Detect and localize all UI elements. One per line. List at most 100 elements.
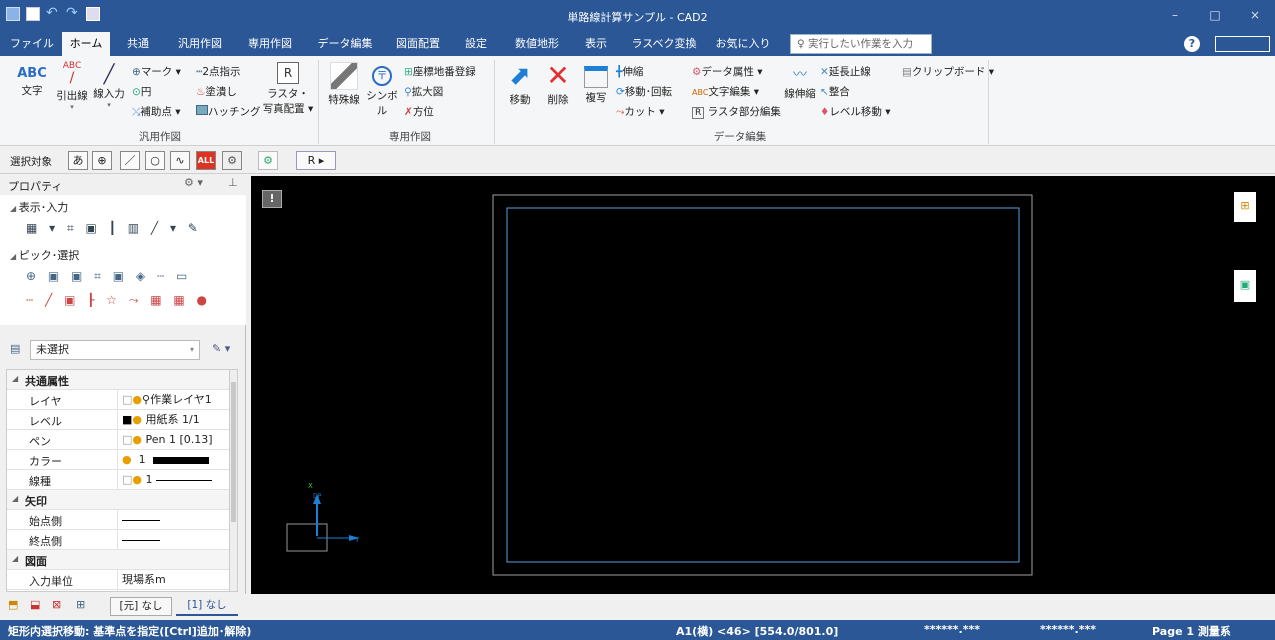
tab-data-edit[interactable]: データ編集 — [308, 32, 382, 56]
canvas-info-icon[interactable]: ! — [262, 190, 282, 208]
help-icon[interactable]: ? — [1184, 36, 1200, 52]
special-line-button[interactable]: 特殊線 — [324, 62, 364, 107]
two-point-button[interactable]: ┅2点指示 — [196, 64, 241, 79]
category-drawing[interactable]: ◢ 図面 — [7, 550, 231, 570]
minimize-button[interactable]: – — [1155, 0, 1195, 32]
extend-stop-button[interactable]: ✕延長止線 — [820, 64, 871, 79]
tab-special-drawing[interactable]: 専用作図 — [238, 32, 302, 56]
pin-icon[interactable]: ⊥ — [228, 176, 238, 189]
account-box[interactable] — [1215, 36, 1270, 52]
pick-select-icon-row-2[interactable]: ┄ ╱ ▣ ┠ ☆ ⤳ ▦ ▦ ● — [26, 293, 211, 308]
select-point-button[interactable]: ⊕ — [92, 151, 112, 170]
tab-layer-1[interactable]: [1] なし — [176, 597, 238, 616]
zoom-view-button[interactable]: ⚲拡大図 — [404, 84, 443, 99]
category-common-attr[interactable]: ◢ 共通属性 — [7, 370, 231, 390]
drawing-canvas[interactable]: X Y DP ! ⊞ ▣ — [251, 176, 1275, 594]
prop-row-level[interactable]: レベル ■● 用紙系 1/1 — [7, 410, 231, 430]
leader-button[interactable]: ABC / 引出線 ▾ — [52, 60, 92, 111]
layer-add-icon[interactable]: ⬓ — [30, 598, 40, 611]
data-attr-button[interactable]: ⚙データ属性 ▾ — [692, 64, 763, 79]
move-button[interactable]: ⬈ 移動 — [502, 62, 538, 107]
prop-row-layer[interactable]: レイヤ □●⚲作業レイヤ1 — [7, 390, 231, 410]
status-message: 矩形内選択移動: 基準点を指定([Ctrl]追加･解除) — [8, 625, 252, 638]
select-circle-button[interactable]: ○ — [145, 151, 165, 170]
display-input-icon-row[interactable]: ▦ ▾ ⌗ ▣ ┃ ▥ ╱ ▾ ✎ — [26, 221, 202, 236]
extend-button[interactable]: ╋伸縮 — [616, 64, 643, 79]
prop-row-linetype[interactable]: 線種 □● 1 — [7, 470, 231, 490]
direction-button[interactable]: ✗方位 — [404, 104, 434, 119]
magnifier-icon: ⚲ — [404, 86, 412, 98]
selection-dropdown[interactable]: 未選択 ▾ — [30, 340, 200, 360]
layout-icon[interactable]: ⊞ — [1234, 192, 1256, 222]
tab-file[interactable]: ファイル — [8, 32, 56, 56]
mark-button[interactable]: ⊕マーク ▾ — [132, 64, 181, 79]
fill-button[interactable]: ♨塗潰し — [196, 84, 237, 99]
tab-settings[interactable]: 設定 — [456, 32, 496, 56]
close-button[interactable]: × — [1235, 0, 1275, 32]
clipboard-button[interactable]: ▤クリップボード ▾ — [902, 64, 994, 79]
coord-register-button[interactable]: ⊞座標地番登録 — [404, 64, 476, 79]
filter-icon[interactable]: ⚙ — [258, 151, 278, 170]
symbol-button[interactable]: 〒 シンボル — [362, 66, 402, 118]
raster-mode-button[interactable]: R ▸ — [296, 151, 336, 170]
status-bar: 矩形内選択移動: 基準点を指定([Ctrl]追加･解除) A1(横) <46> … — [0, 620, 1275, 640]
tab-raster-vector[interactable]: ラスベク変換 — [622, 32, 706, 56]
collapse-triangle-icon[interactable]: ◢ — [10, 204, 19, 213]
prop-row-color[interactable]: カラー ● 1 — [7, 450, 231, 470]
collapse-triangle-icon[interactable]: ◢ — [10, 252, 19, 261]
title-bar: ↶ ↷ 単路線計算サンプル - CAD2 – □ × — [0, 0, 1275, 32]
tab-original[interactable]: [元] なし — [110, 597, 172, 616]
selection-settings-button[interactable]: ⚙ — [222, 151, 242, 170]
prop-row-direction[interactable]: 方向角実際 — [7, 588, 231, 591]
leader-icon: ABC / — [62, 61, 82, 86]
select-text-button[interactable]: あ — [68, 151, 88, 170]
level-swatch-icon: ■ — [122, 413, 133, 426]
raster-photo-button[interactable]: R ラスタ・ 写真配置 ▾ — [262, 62, 314, 116]
aux-point-button[interactable]: ⤯補助点 ▾ — [132, 104, 181, 119]
layer-list-icon[interactable]: ⬒ — [8, 598, 18, 611]
pick-select-icon-row[interactable]: ⊕ ▣ ▣ ⌗ ▣ ◈ ┄ ▭ — [26, 269, 191, 284]
prop-row-arrow-start[interactable]: 始点側 — [7, 510, 231, 530]
attribute-tool-icon[interactable]: ✎ ▾ — [212, 342, 230, 355]
map-pin-icon[interactable]: ▣ — [1234, 270, 1256, 302]
tab-view[interactable]: 表示 — [576, 32, 616, 56]
property-grid-scrollbar[interactable] — [229, 370, 237, 591]
tab-numeric-terrain[interactable]: 数値地形 — [502, 32, 572, 56]
tell-me-search-input[interactable]: ♀ 実行したい作業を入力 — [790, 34, 932, 54]
prop-row-input-unit[interactable]: 入力単位 現場系m — [7, 570, 231, 590]
cut-button[interactable]: ⤳カット ▾ — [616, 104, 665, 119]
line-input-button[interactable]: ╱ 線入力 ▾ — [92, 66, 126, 110]
raster-part-edit-button[interactable]: R ラスタ部分編集 — [692, 104, 781, 119]
line-extend-button[interactable]: 〰 線伸縮 — [780, 66, 820, 101]
text-edit-button[interactable]: ABC文字編集 ▾ — [692, 84, 759, 99]
tab-favorites[interactable]: お気に入り — [708, 32, 778, 56]
level-move-button[interactable]: ♦レベル移動 ▾ — [820, 104, 891, 119]
sheet-outer-frame — [492, 194, 1033, 576]
category-arrow[interactable]: ◢ 矢印 — [7, 490, 231, 510]
align-button[interactable]: ↖整合 — [820, 84, 850, 99]
layer-delete-icon[interactable]: ⊠ — [52, 598, 61, 611]
object-list-icon[interactable]: ▤ — [10, 342, 20, 355]
tab-sheet-layout[interactable]: 図面配置 — [386, 32, 450, 56]
rotate-icon: ⟳ — [616, 86, 625, 98]
maximize-button[interactable]: □ — [1195, 0, 1235, 32]
tab-home[interactable]: ホーム — [62, 32, 110, 56]
layer-grid-icon[interactable]: ⊞ — [76, 598, 85, 611]
select-curve-button[interactable]: ∿ — [170, 151, 190, 170]
tab-common[interactable]: 共通 — [116, 32, 160, 56]
hatching-button[interactable]: ハッチング — [196, 104, 261, 119]
panel-settings-icon[interactable]: ⚙ ▾ — [184, 176, 203, 189]
text-button[interactable]: ABC 文字 — [14, 66, 50, 98]
copy-button[interactable]: 複写 — [578, 62, 614, 105]
delete-button[interactable]: ✕ 削除 — [540, 62, 576, 107]
sheet-info: A1(横) <46> [554.0/801.0] — [676, 625, 839, 638]
circle-button[interactable]: ⊙円 — [132, 84, 151, 99]
prop-row-pen[interactable]: ペン □● Pen 1 [0.13] — [7, 430, 231, 450]
move-rotate-button[interactable]: ⟳移動･回転 — [616, 84, 672, 99]
tab-general-drawing[interactable]: 汎用作図 — [166, 32, 234, 56]
select-line-button[interactable]: ／ — [120, 151, 140, 170]
prop-row-arrow-end[interactable]: 終点側 — [7, 530, 231, 550]
property-grid: ◢ 共通属性 レイヤ □●⚲作業レイヤ1 レベル ■● 用紙系 1/1 ペン □● Pe… — [6, 369, 238, 592]
align-icon: ↖ — [820, 86, 829, 98]
select-all-button[interactable]: ALL — [196, 151, 216, 170]
